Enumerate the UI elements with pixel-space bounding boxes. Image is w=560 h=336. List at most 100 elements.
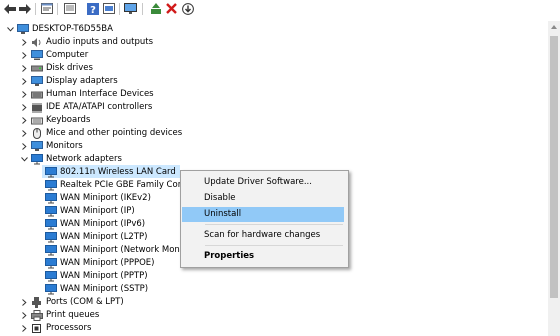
tree-item-label: Disk drives <box>46 63 93 73</box>
tree-item-wan-pptp[interactable]: WAN Miniport (PPTP) <box>42 270 148 283</box>
uninstall-icon[interactable] <box>165 2 178 15</box>
network-card-icon <box>44 232 57 243</box>
svg-text:?: ? <box>90 5 96 15</box>
monitor-icon[interactable] <box>124 2 137 15</box>
tree-item-keyboards[interactable]: Keyboards <box>20 114 90 127</box>
chevron-right-icon[interactable] <box>20 62 28 75</box>
show-hidden-icon[interactable] <box>63 2 76 15</box>
chevron-right-icon[interactable] <box>20 49 28 62</box>
tree-item-label: Ports (COM & LPT) <box>46 297 124 307</box>
properties-icon[interactable] <box>40 2 53 15</box>
tree-item-label: Realtek PCIe GBE Family Contro <box>60 180 195 190</box>
tree-item-label: Computer <box>46 50 89 60</box>
tree-item-label: WAN Miniport (PPTP) <box>60 271 148 281</box>
download-icon[interactable] <box>181 2 194 15</box>
tree-item-ports[interactable]: Ports (COM & LPT) <box>20 296 124 309</box>
tree-item-label: WAN Miniport (IPv6) <box>60 219 146 229</box>
network-card-icon <box>44 284 57 295</box>
tree-item-realtek[interactable]: Realtek PCIe GBE Family Contro <box>42 179 195 192</box>
help-icon[interactable]: ? <box>86 2 99 15</box>
mouse-icon <box>30 128 43 139</box>
tree-item-network-adapters[interactable]: Network adapters <box>20 153 122 166</box>
chevron-down-icon[interactable] <box>20 153 28 166</box>
chevron-right-icon[interactable] <box>20 101 28 114</box>
tree-item-label: IDE ATA/ATAPI controllers <box>46 102 153 112</box>
tree-item-computer[interactable]: Computer <box>20 49 88 62</box>
tree-item-label: Mice and other pointing devices <box>46 128 183 138</box>
back-icon[interactable] <box>3 2 16 15</box>
toolbar-separator <box>57 3 58 15</box>
toolbar-separator <box>119 3 120 15</box>
forward-icon[interactable] <box>18 2 31 15</box>
tree-item-label: WAN Miniport (PPPOE) <box>60 258 155 268</box>
tree-item-label: Print queues <box>46 310 100 320</box>
network-card-icon <box>44 258 57 269</box>
tree-item-ide[interactable]: IDE ATA/ATAPI controllers <box>20 101 152 114</box>
chevron-right-icon[interactable] <box>20 36 28 49</box>
ide-icon <box>30 102 43 113</box>
scroll-up-icon[interactable] <box>551 25 557 29</box>
chevron-down-icon[interactable] <box>6 23 14 36</box>
network-card-icon <box>44 271 57 282</box>
tree-item-wan-ikev2[interactable]: WAN Miniport (IKEv2) <box>42 192 151 205</box>
keyboard-icon <box>30 115 43 126</box>
view-icon[interactable] <box>102 2 115 15</box>
tree-item-wan-ipv6[interactable]: WAN Miniport (IPv6) <box>42 218 145 231</box>
tree-item-hid[interactable]: Human Interface Devices <box>20 88 154 101</box>
chevron-right-icon[interactable] <box>20 296 28 309</box>
tree-item-disk-drives[interactable]: Disk drives <box>20 62 93 75</box>
computer-icon <box>30 50 43 61</box>
tree-item-wan-ip[interactable]: WAN Miniport (IP) <box>42 205 135 218</box>
network-card-icon <box>44 245 57 256</box>
network-icon <box>30 154 43 165</box>
chevron-right-icon[interactable] <box>20 75 28 88</box>
menu-item-update-driver[interactable]: Update Driver Software... <box>182 175 344 190</box>
scrollbar-thumb[interactable] <box>550 36 558 298</box>
tree-item-mice[interactable]: Mice and other pointing devices <box>20 127 182 140</box>
chevron-right-icon[interactable] <box>20 309 28 322</box>
tree-item-label: 802.11n Wireless LAN Card <box>60 167 176 177</box>
tree-item-monitors[interactable]: Monitors <box>20 140 83 153</box>
tree-item-print-queues[interactable]: Print queues <box>20 309 99 322</box>
chevron-right-icon[interactable] <box>20 88 28 101</box>
network-card-icon <box>44 180 57 191</box>
menu-item-disable[interactable]: Disable <box>182 191 344 206</box>
tree-item-processors[interactable]: Processors <box>20 322 91 335</box>
chevron-right-icon[interactable] <box>20 322 28 335</box>
menu-separator <box>205 224 343 225</box>
processor-icon <box>30 323 43 334</box>
network-card-icon <box>44 193 57 204</box>
display-icon <box>30 76 43 87</box>
network-card-icon <box>44 167 57 178</box>
tree-item-wan-pppoe[interactable]: WAN Miniport (PPPOE) <box>42 257 154 270</box>
tree-root[interactable]: DESKTOP-T6D55BA <box>6 23 113 36</box>
tree-item-audio[interactable]: Audio inputs and outputs <box>20 36 153 49</box>
chevron-right-icon[interactable] <box>20 127 28 140</box>
tree-item-label: WAN Miniport (IP) <box>60 206 135 216</box>
menu-item-uninstall[interactable]: Uninstall <box>182 207 344 222</box>
tree-item-display-adapters[interactable]: Display adapters <box>20 75 118 88</box>
context-menu: Update Driver Software... Disable Uninst… <box>180 170 349 268</box>
toolbar-separator <box>142 3 143 15</box>
tree-item-label: Display adapters <box>46 76 118 86</box>
tree-item-wan-sstp[interactable]: WAN Miniport (SSTP) <box>42 283 148 296</box>
tree-item-label: Monitors <box>46 141 83 151</box>
tree-item-label: WAN Miniport (IKEv2) <box>60 193 151 203</box>
toolbar: ? <box>0 0 560 18</box>
tree-item-label: Processors <box>46 323 92 333</box>
computer-icon <box>16 24 29 35</box>
menu-separator <box>205 245 343 246</box>
update-driver-icon[interactable] <box>149 2 162 15</box>
chevron-right-icon[interactable] <box>20 140 28 153</box>
monitor-icon <box>30 141 43 152</box>
chevron-right-icon[interactable] <box>20 114 28 127</box>
menu-item-properties[interactable]: Properties <box>182 249 344 264</box>
tree-item-wireless-lan-card[interactable]: 802.11n Wireless LAN Card <box>42 166 176 179</box>
tree-item-wan-l2tp[interactable]: WAN Miniport (L2TP) <box>42 231 147 244</box>
menu-item-scan[interactable]: Scan for hardware changes <box>182 228 344 243</box>
toolbar-separator <box>35 3 36 15</box>
tree-item-wan-network-monitor[interactable]: WAN Miniport (Network Monit <box>42 244 186 257</box>
tree-item-label: WAN Miniport (L2TP) <box>60 232 148 242</box>
network-card-icon <box>44 219 57 230</box>
tree-item-label: Network adapters <box>46 154 122 164</box>
